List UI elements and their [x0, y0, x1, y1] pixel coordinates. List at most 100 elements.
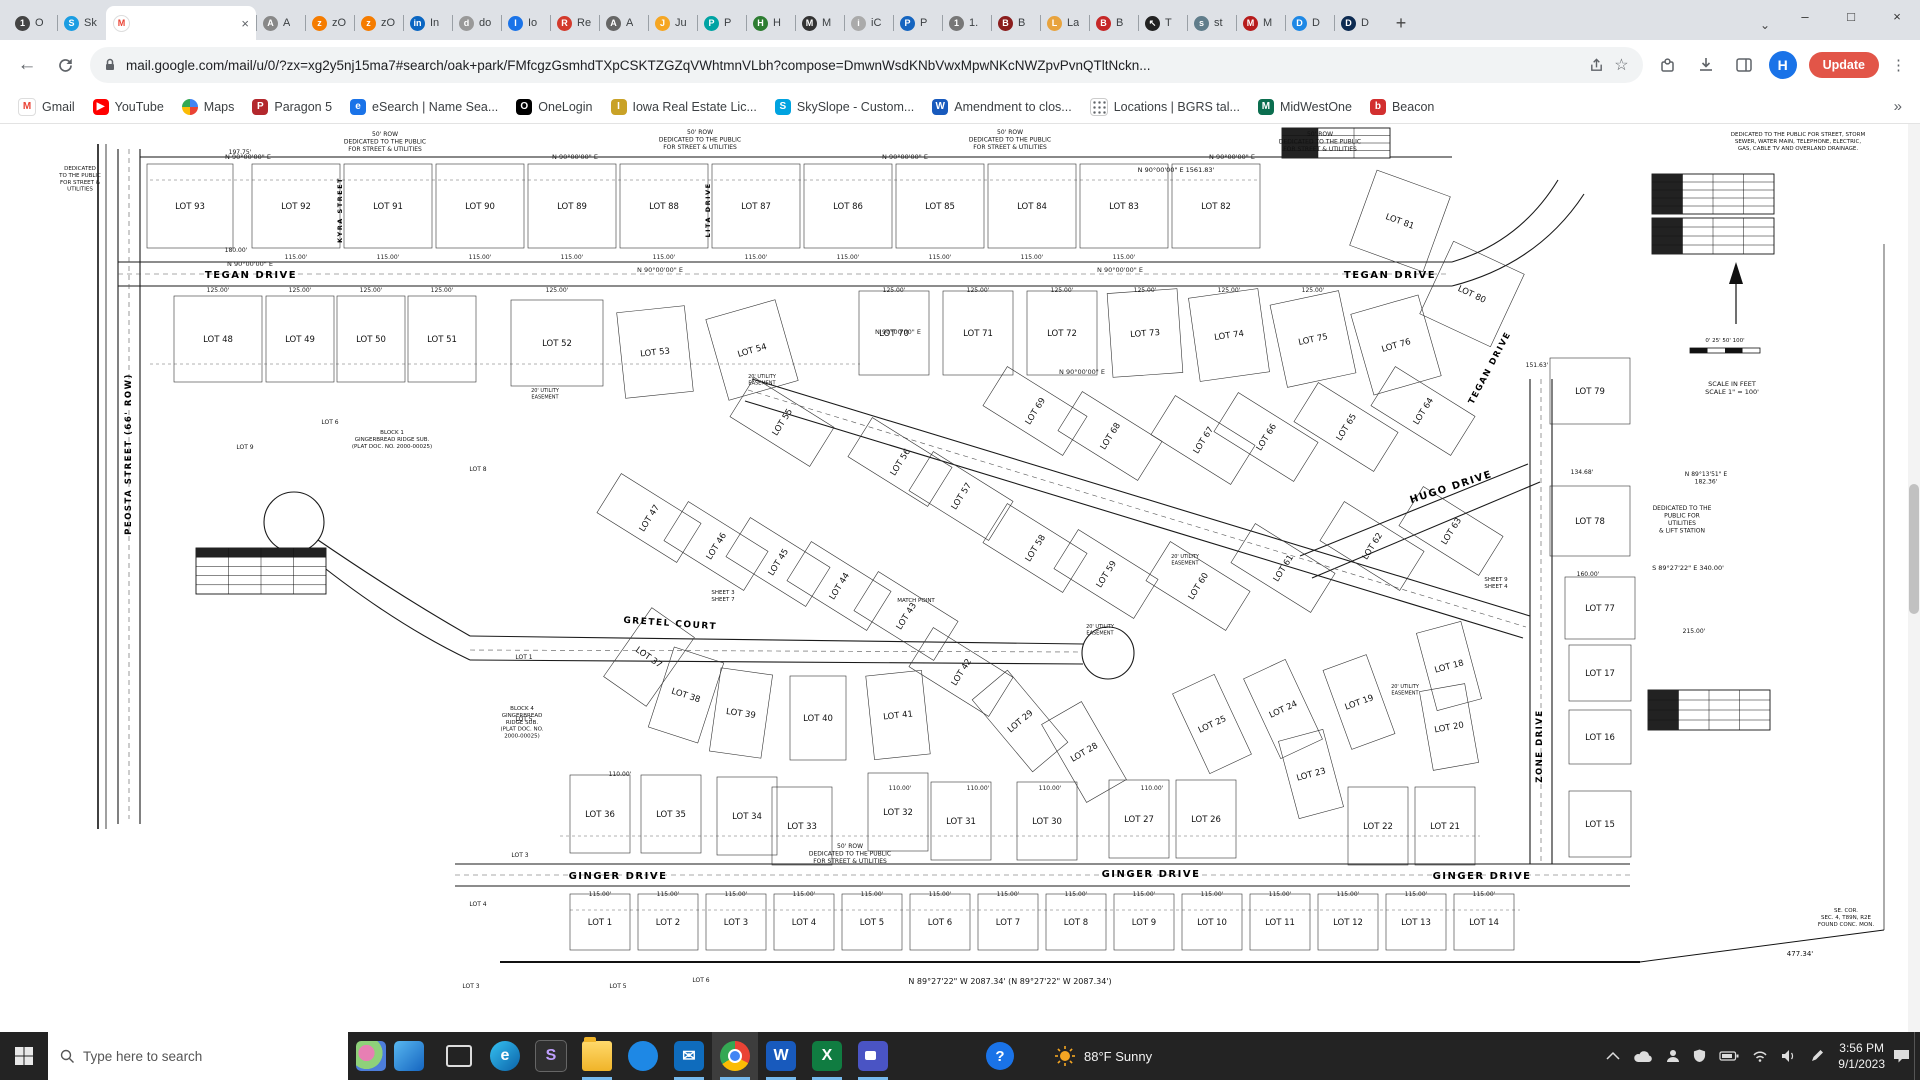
- browser-tab[interactable]: RRe: [550, 6, 599, 40]
- taskbar-edge-icon[interactable]: e: [482, 1032, 528, 1080]
- browser-tab-active[interactable]: M×: [106, 6, 256, 40]
- profile-avatar[interactable]: H: [1769, 51, 1797, 79]
- browser-tab[interactable]: AA: [256, 6, 305, 40]
- browser-tab[interactable]: HH: [746, 6, 795, 40]
- url-text[interactable]: mail.google.com/mail/u/0/?zx=xg2y5nj15ma…: [126, 58, 1579, 73]
- minimize-button[interactable]: –: [1782, 0, 1828, 32]
- browser-tab[interactable]: IIo: [501, 6, 550, 40]
- svg-text:FOR STREET & UTILITIES: FOR STREET & UTILITIES: [663, 144, 737, 151]
- bookmark-item[interactable]: OOneLogin: [508, 95, 600, 119]
- browser-tab[interactable]: 1O: [8, 6, 57, 40]
- bookmark-item[interactable]: PParagon 5: [244, 95, 340, 119]
- taskbar-mail-icon[interactable]: ✉: [666, 1032, 712, 1080]
- battery-icon[interactable]: [1719, 1050, 1739, 1062]
- help-icon[interactable]: ?: [986, 1042, 1014, 1070]
- maximize-button[interactable]: □: [1828, 0, 1874, 32]
- tab-search-chevron-icon[interactable]: ⌄: [1760, 18, 1770, 32]
- reload-icon[interactable]: [52, 52, 78, 78]
- browser-tab[interactable]: zzO: [305, 6, 354, 40]
- mail-glyph: ✉: [674, 1041, 704, 1071]
- extensions-puzzle-icon[interactable]: [1655, 52, 1681, 78]
- search-highlight-icon[interactable]: [356, 1041, 386, 1071]
- tab-close-icon[interactable]: ×: [241, 16, 249, 31]
- pen-icon[interactable]: [1810, 1049, 1824, 1063]
- browser-tab[interactable]: LLa: [1040, 6, 1089, 40]
- bookmark-item[interactable]: eeSearch | Name Sea...: [342, 95, 506, 119]
- address-bar[interactable]: mail.google.com/mail/u/0/?zx=xg2y5nj15ma…: [90, 47, 1643, 83]
- svg-text:SCALE 1" = 100': SCALE 1" = 100': [1705, 388, 1759, 396]
- browser-tab[interactable]: 11.: [942, 6, 991, 40]
- onedrive-cloud-icon[interactable]: [1633, 1050, 1653, 1063]
- browser-tab[interactable]: inIn: [403, 6, 452, 40]
- browser-tab[interactable]: MM: [1236, 6, 1285, 40]
- download-icon[interactable]: [1693, 52, 1719, 78]
- svg-text:DEDICATED TO THE: DEDICATED TO THE: [1653, 505, 1712, 512]
- side-panel-icon[interactable]: [1731, 52, 1757, 78]
- taskbar-search-box[interactable]: Type here to search: [48, 1032, 348, 1080]
- lock-icon: [104, 58, 116, 72]
- taskbar-app-s-icon[interactable]: S: [528, 1032, 574, 1080]
- browser-tab[interactable]: DD: [1334, 6, 1383, 40]
- browser-tab[interactable]: MM: [795, 6, 844, 40]
- taskbar-clock[interactable]: 3:56 PM 9/1/2023: [1838, 1040, 1885, 1072]
- taskbar-chrome-icon[interactable]: [712, 1032, 758, 1080]
- browser-tab[interactable]: iiC: [844, 6, 893, 40]
- bookmark-item[interactable]: IIowa Real Estate Lic...: [603, 95, 765, 119]
- browser-tab[interactable]: BB: [1089, 6, 1138, 40]
- browser-tab[interactable]: sst: [1187, 6, 1236, 40]
- plat-lot-label: LOT 90: [465, 202, 495, 212]
- tab-label: Ju: [675, 17, 687, 29]
- bookmark-item[interactable]: ▶YouTube: [85, 95, 172, 119]
- bookmark-item[interactable]: MMidWestOne: [1250, 95, 1360, 119]
- svg-text:20' UTILITY: 20' UTILITY: [1086, 624, 1115, 630]
- browser-tab[interactable]: ddo: [452, 6, 501, 40]
- scrollbar-thumb[interactable]: [1909, 484, 1919, 614]
- close-button[interactable]: ×: [1874, 0, 1920, 32]
- bookmark-item[interactable]: Maps: [174, 95, 243, 119]
- user-icon[interactable]: [1666, 1049, 1680, 1063]
- notification-center-icon[interactable]: [1893, 1049, 1910, 1064]
- svg-text:50' ROW: 50' ROW: [997, 129, 1023, 136]
- chrome-menu-kebab-icon[interactable]: ⋮: [1891, 56, 1906, 74]
- share-icon[interactable]: [1589, 58, 1604, 73]
- svg-text:& LIFT STATION: & LIFT STATION: [1659, 528, 1705, 535]
- bookmarks-bar: MGmail▶YouTubeMapsPParagon 5eeSearch | N…: [0, 90, 1920, 124]
- bookmark-item[interactable]: Locations | BGRS tal...: [1082, 94, 1248, 120]
- page-scrollbar[interactable]: [1908, 124, 1920, 1032]
- bookmark-item[interactable]: SSkySlope - Custom...: [767, 95, 922, 119]
- security-shield-icon[interactable]: [1693, 1049, 1706, 1063]
- tab-favicon: H: [753, 16, 768, 31]
- taskbar-task-view-icon[interactable]: [436, 1032, 482, 1080]
- browser-tab[interactable]: zzO: [354, 6, 403, 40]
- chrome-update-button[interactable]: Update: [1809, 52, 1879, 78]
- bookmark-item[interactable]: MGmail: [10, 94, 83, 120]
- taskbar-app-blue-icon[interactable]: [620, 1032, 666, 1080]
- browser-tab[interactable]: JJu: [648, 6, 697, 40]
- bookmark-item[interactable]: WAmendment to clos...: [924, 95, 1079, 119]
- browser-tab[interactable]: BB: [991, 6, 1040, 40]
- bookmark-item[interactable]: bBeacon: [1362, 95, 1442, 119]
- new-tab-button[interactable]: +: [1387, 9, 1415, 37]
- browser-tab[interactable]: PP: [697, 6, 746, 40]
- browser-tab[interactable]: PP: [893, 6, 942, 40]
- taskbar-file-explorer-icon[interactable]: [574, 1032, 620, 1080]
- wifi-icon[interactable]: [1752, 1050, 1768, 1062]
- browser-tab[interactable]: AA: [599, 6, 648, 40]
- browser-tab[interactable]: DD: [1285, 6, 1334, 40]
- widget-icon[interactable]: [394, 1041, 424, 1071]
- browser-tab[interactable]: ↖T: [1138, 6, 1187, 40]
- tray-caret-icon[interactable]: [1606, 1051, 1620, 1061]
- bookmark-star-icon[interactable]: ☆: [1614, 55, 1628, 75]
- volume-icon[interactable]: [1781, 1049, 1797, 1063]
- tab-label: O: [35, 17, 44, 29]
- taskbar-teams-camera-icon[interactable]: [850, 1032, 896, 1080]
- back-icon[interactable]: ←: [14, 52, 40, 78]
- bookmark-favicon: W: [932, 99, 948, 115]
- show-desktop-button[interactable]: [1914, 1032, 1920, 1080]
- bookmarks-overflow-icon[interactable]: »: [1886, 98, 1910, 115]
- taskbar-excel-icon[interactable]: X: [804, 1032, 850, 1080]
- browser-tab[interactable]: SSk: [57, 6, 106, 40]
- start-button[interactable]: [0, 1032, 48, 1080]
- taskbar-weather[interactable]: 88°F Sunny: [1054, 1045, 1152, 1067]
- taskbar-word-icon[interactable]: W: [758, 1032, 804, 1080]
